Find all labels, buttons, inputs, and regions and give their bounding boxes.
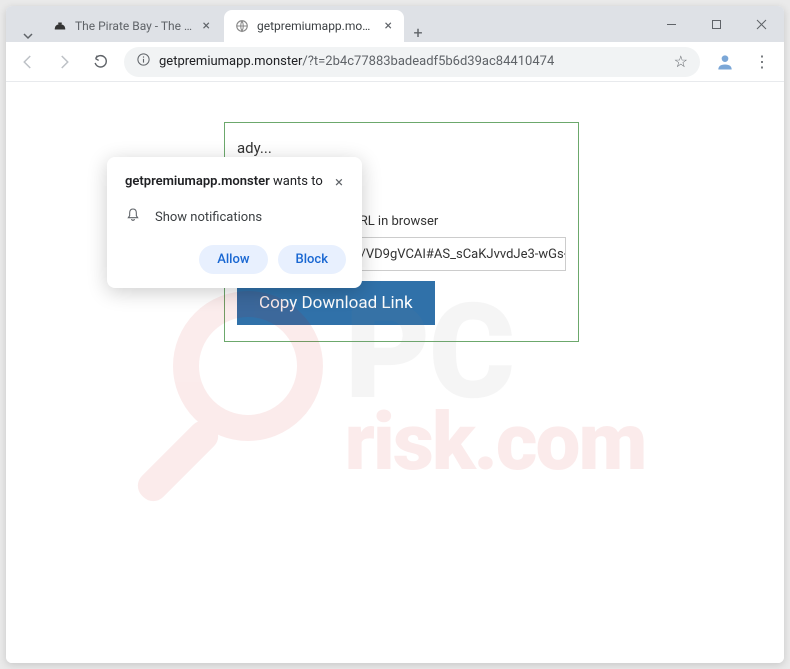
tab-label: The Pirate Bay - The galaxy's m…	[75, 19, 194, 33]
tabs-chevron[interactable]	[14, 30, 42, 42]
permission-item-label: Show notifications	[155, 210, 262, 225]
permission-item: Show notifications	[125, 207, 346, 227]
forward-button[interactable]	[48, 46, 80, 78]
minimize-button[interactable]	[649, 6, 694, 42]
permission-title: getpremiumapp.monster wants to	[125, 173, 332, 191]
close-icon[interactable]: ×	[332, 173, 346, 191]
tab-getpremiumapp[interactable]: getpremiumapp.monster/?t=2… ×	[224, 10, 404, 42]
close-window-button[interactable]	[739, 6, 784, 42]
new-tab-button[interactable]: +	[404, 23, 432, 42]
close-icon[interactable]: ×	[383, 17, 394, 35]
menu-button[interactable]: ⋮	[746, 52, 778, 71]
bell-icon	[125, 207, 141, 227]
title-bar: The Pirate Bay - The galaxy's m… × getpr…	[6, 6, 784, 42]
block-button[interactable]: Block	[278, 245, 346, 274]
site-info-icon[interactable]	[136, 52, 151, 71]
favicon-generic	[234, 18, 250, 34]
bookmark-star-icon[interactable]: ☆	[674, 52, 688, 71]
allow-button[interactable]: Allow	[199, 245, 267, 274]
close-icon[interactable]: ×	[201, 17, 212, 35]
browser-window: The Pirate Bay - The galaxy's m… × getpr…	[6, 6, 784, 663]
tab-label: getpremiumapp.monster/?t=2…	[257, 19, 376, 33]
download-ready-text: ady...	[237, 139, 566, 157]
maximize-button[interactable]	[694, 6, 739, 42]
toolbar: getpremiumapp.monster/?t=2b4c77883badead…	[6, 42, 784, 82]
tab-pirate-bay[interactable]: The Pirate Bay - The galaxy's m… ×	[42, 10, 222, 42]
reload-button[interactable]	[84, 46, 116, 78]
url-text: getpremiumapp.monster/?t=2b4c77883badead…	[159, 54, 666, 69]
address-bar[interactable]: getpremiumapp.monster/?t=2b4c77883badead…	[124, 47, 700, 77]
window-controls	[649, 6, 784, 42]
page-content: PC risk.com ady... is: 2025 Copy and pas…	[6, 82, 784, 663]
back-button[interactable]	[12, 46, 44, 78]
tab-strip: The Pirate Bay - The galaxy's m… × getpr…	[6, 6, 649, 42]
watermark-line2: risk.com	[345, 411, 646, 473]
favicon-piratebay	[52, 18, 68, 34]
profile-button[interactable]	[712, 49, 738, 75]
notification-permission-popup: getpremiumapp.monster wants to × Show no…	[107, 157, 362, 288]
